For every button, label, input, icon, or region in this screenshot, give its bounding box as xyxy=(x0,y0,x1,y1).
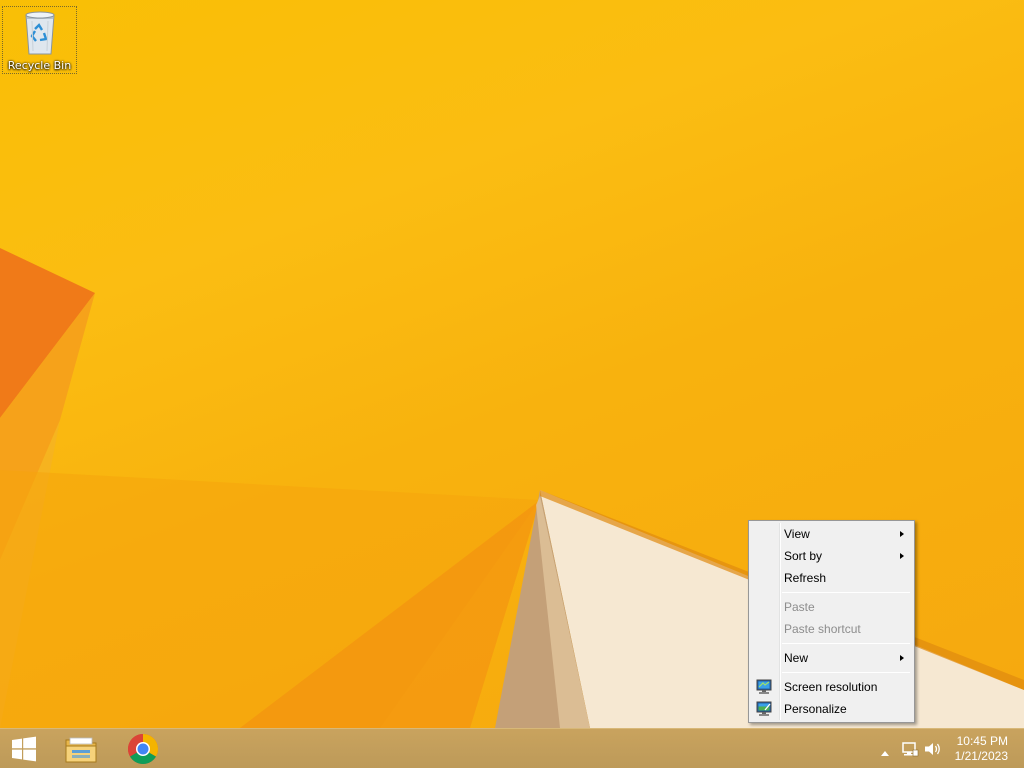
desktop[interactable]: Recycle Bin View Sort by Refresh Paste P… xyxy=(0,0,1024,728)
submenu-arrow-icon xyxy=(900,531,904,537)
desktop-icon-recycle-bin[interactable]: Recycle Bin xyxy=(2,6,77,74)
menu-item-refresh[interactable]: Refresh xyxy=(751,567,912,589)
menu-item-paste[interactable]: Paste xyxy=(751,596,912,618)
clock-date: 1/21/2023 xyxy=(954,749,1008,763)
menu-item-new[interactable]: New xyxy=(751,647,912,669)
menu-item-personalize[interactable]: Personalize xyxy=(751,698,912,720)
chrome-icon xyxy=(127,734,159,765)
taskbar-clock[interactable]: 10:45 PM 1/21/2023 xyxy=(955,734,1008,764)
start-button[interactable] xyxy=(0,729,48,768)
show-hidden-icons-icon[interactable] xyxy=(880,745,890,761)
menu-item-sort-by[interactable]: Sort by xyxy=(751,545,912,567)
windows-logo-icon xyxy=(12,736,36,762)
taskbar-chrome-button[interactable] xyxy=(118,729,168,768)
menu-item-paste-shortcut[interactable]: Paste shortcut xyxy=(751,618,912,640)
menu-item-label: Personalize xyxy=(784,702,847,716)
menu-separator xyxy=(782,592,910,593)
menu-item-label: New xyxy=(784,651,809,665)
menu-item-label: View xyxy=(784,527,810,541)
desktop-context-menu: View Sort by Refresh Paste Paste shortcu… xyxy=(748,520,915,723)
menu-item-label: Refresh xyxy=(784,571,827,585)
menu-item-view[interactable]: View xyxy=(751,523,912,545)
screen-resolution-icon xyxy=(756,679,772,694)
personalize-icon xyxy=(756,701,772,716)
submenu-arrow-icon xyxy=(900,655,904,661)
clock-time: 10:45 PM xyxy=(956,734,1008,748)
volume-icon[interactable] xyxy=(924,741,942,757)
taskbar: 10:45 PM 1/21/2023 xyxy=(0,728,1024,768)
menu-separator xyxy=(782,643,910,644)
recycle-bin-icon xyxy=(24,11,55,55)
menu-separator xyxy=(782,672,910,673)
submenu-arrow-icon xyxy=(900,553,904,559)
taskbar-file-explorer-button[interactable] xyxy=(56,729,106,768)
menu-item-screen-resolution[interactable]: Screen resolution xyxy=(751,676,912,698)
menu-item-label: Paste shortcut xyxy=(784,622,861,636)
desktop-icon-label: Recycle Bin xyxy=(7,59,72,72)
menu-item-label: Screen resolution xyxy=(784,680,878,694)
file-explorer-icon xyxy=(65,737,97,763)
menu-item-label: Paste xyxy=(784,600,815,614)
system-tray: 10:45 PM 1/21/2023 xyxy=(864,729,1024,768)
network-icon[interactable] xyxy=(901,741,919,757)
menu-item-label: Sort by xyxy=(784,549,823,563)
